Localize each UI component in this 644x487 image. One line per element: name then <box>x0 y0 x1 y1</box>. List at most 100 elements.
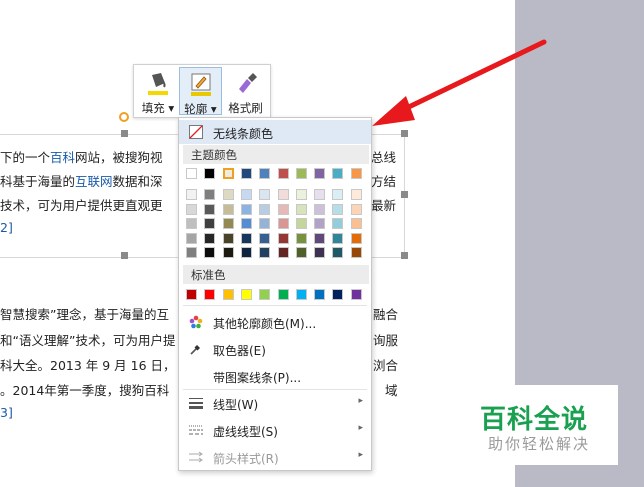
no-line-color-item[interactable]: 无线条颜色 <box>179 120 371 144</box>
color-swatch[interactable] <box>295 289 307 300</box>
color-swatch[interactable] <box>240 289 252 300</box>
color-swatch[interactable] <box>259 168 271 179</box>
color-swatch[interactable] <box>259 247 271 258</box>
color-swatch[interactable] <box>186 247 197 258</box>
color-swatch[interactable] <box>222 218 234 229</box>
color-swatch[interactable] <box>332 168 344 179</box>
color-swatch[interactable] <box>259 203 271 215</box>
color-swatch[interactable] <box>277 203 289 215</box>
color-swatch[interactable] <box>350 203 362 215</box>
line-type-item[interactable]: 线型(W) ▸ <box>179 391 371 415</box>
color-swatch[interactable] <box>204 232 216 244</box>
color-swatch[interactable] <box>240 218 252 229</box>
color-swatch[interactable] <box>295 218 307 229</box>
color-swatch[interactable] <box>277 232 289 244</box>
color-swatch[interactable] <box>350 232 362 244</box>
color-swatch[interactable] <box>222 168 234 179</box>
color-swatch[interactable] <box>295 247 307 258</box>
doc-citation[interactable]: 3] <box>0 405 13 420</box>
doc-line-right: 询服 <box>373 333 399 348</box>
color-swatch[interactable] <box>222 203 234 215</box>
doc-citation[interactable]: 2] <box>0 220 13 235</box>
color-swatch[interactable] <box>240 203 252 215</box>
resize-handle-top-right[interactable] <box>401 130 408 137</box>
color-swatch[interactable] <box>314 247 326 258</box>
color-swatch[interactable] <box>204 289 216 300</box>
line-weight-icon <box>189 398 203 409</box>
fill-button[interactable]: 填充 ▾ <box>137 67 179 115</box>
resize-handle-right[interactable] <box>401 191 408 198</box>
color-swatch[interactable] <box>259 289 271 300</box>
color-swatch[interactable] <box>186 168 197 179</box>
standard-colors-header: 标准色 <box>183 265 369 284</box>
color-swatch[interactable] <box>259 189 271 200</box>
color-picker-item[interactable]: 取色器(E) <box>179 337 371 361</box>
color-swatch[interactable] <box>259 218 271 229</box>
color-swatch[interactable] <box>295 189 307 200</box>
arrow-style-icon <box>189 451 203 463</box>
color-swatch[interactable] <box>204 218 216 229</box>
outline-label: 轮廓 ▾ <box>184 102 217 116</box>
color-swatch[interactable] <box>295 168 307 179</box>
color-swatch[interactable] <box>350 289 362 300</box>
color-swatch[interactable] <box>295 203 307 215</box>
color-swatch[interactable] <box>240 168 252 179</box>
color-swatch[interactable] <box>222 247 234 258</box>
color-swatch[interactable] <box>332 247 344 258</box>
color-swatch[interactable] <box>332 232 344 244</box>
color-swatch[interactable] <box>350 247 362 258</box>
resize-handle-top[interactable] <box>121 130 128 137</box>
color-swatch[interactable] <box>314 203 326 215</box>
rotate-handle[interactable] <box>119 112 129 122</box>
color-swatch[interactable] <box>277 289 289 300</box>
color-swatch[interactable] <box>204 203 216 215</box>
annotation-arrow-icon <box>372 39 547 126</box>
color-swatch[interactable] <box>204 189 216 200</box>
submenu-arrow-icon: ▸ <box>358 396 363 406</box>
color-swatch[interactable] <box>186 232 197 244</box>
pattern-line-item[interactable]: 带图案线条(P)... <box>179 364 371 388</box>
color-swatch[interactable] <box>332 289 344 300</box>
color-swatch[interactable] <box>314 189 326 200</box>
color-swatch[interactable] <box>186 218 197 229</box>
color-swatch[interactable] <box>314 218 326 229</box>
color-swatch[interactable] <box>350 218 362 229</box>
color-swatch[interactable] <box>204 168 216 179</box>
color-swatch[interactable] <box>240 189 252 200</box>
color-swatch[interactable] <box>222 189 234 200</box>
color-swatch[interactable] <box>277 247 289 258</box>
fill-label: 填充 ▾ <box>141 101 175 115</box>
color-swatch[interactable] <box>314 232 326 244</box>
dash-type-item[interactable]: 虚线线型(S) ▸ <box>179 418 371 442</box>
color-swatch[interactable] <box>204 247 216 258</box>
color-swatch[interactable] <box>259 232 271 244</box>
format-painter-button[interactable]: 格式刷 <box>223 67 268 115</box>
no-color-icon <box>189 125 203 139</box>
color-swatch[interactable] <box>314 289 326 300</box>
color-swatch[interactable] <box>332 189 344 200</box>
color-swatch[interactable] <box>186 203 197 215</box>
color-swatch[interactable] <box>350 189 362 200</box>
color-swatch[interactable] <box>277 218 289 229</box>
color-swatch[interactable] <box>295 232 307 244</box>
color-swatch[interactable] <box>277 168 289 179</box>
resize-handle-bottom-right[interactable] <box>401 252 408 259</box>
color-swatch[interactable] <box>277 189 289 200</box>
color-swatch[interactable] <box>186 189 197 200</box>
color-swatch[interactable] <box>222 289 234 300</box>
color-swatch[interactable] <box>332 203 344 215</box>
color-swatch[interactable] <box>240 232 252 244</box>
color-swatch[interactable] <box>332 218 344 229</box>
doc-link[interactable]: 互联网 <box>75 174 113 189</box>
resize-handle-bottom[interactable] <box>121 252 128 259</box>
color-swatch[interactable] <box>314 168 326 179</box>
more-outline-colors-item[interactable]: 其他轮廓颜色(M)... <box>179 310 371 334</box>
doc-line: 智慧搜索”理念，基于海量的互 <box>0 307 169 322</box>
color-swatch[interactable] <box>186 289 197 300</box>
shape-format-toolbar: 填充 ▾ 轮廓 ▾ 格式刷 <box>133 64 271 118</box>
color-swatch[interactable] <box>222 232 234 244</box>
color-swatch[interactable] <box>240 247 252 258</box>
outline-button[interactable]: 轮廓 ▾ <box>179 67 222 116</box>
doc-link[interactable]: 百科 <box>50 150 75 165</box>
color-swatch[interactable] <box>350 168 362 179</box>
